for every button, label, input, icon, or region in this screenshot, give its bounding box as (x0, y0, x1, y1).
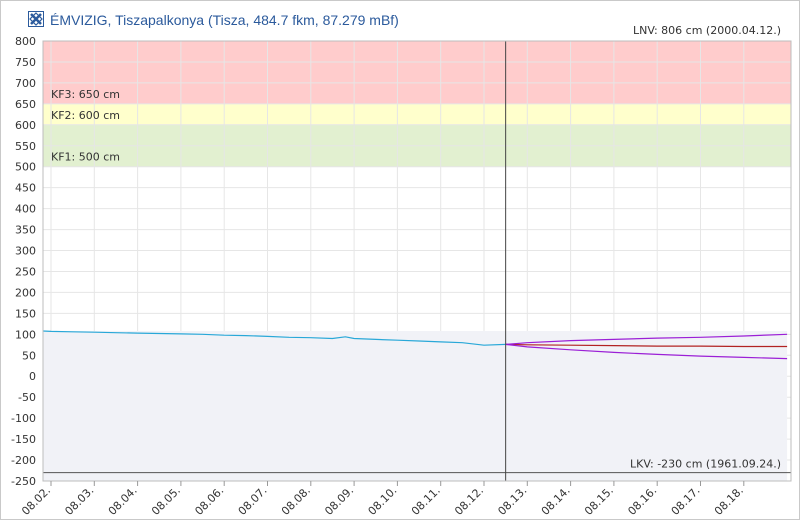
x-tick-label: 08.17. (669, 484, 703, 518)
lkv-label: LKV: -230 cm (1961.09.24.) (630, 458, 781, 471)
y-tick-label: 350 (15, 224, 36, 237)
x-tick-label: 08.03. (62, 484, 96, 518)
y-tick-label: 0 (29, 370, 36, 383)
x-tick-label: 08.05. (149, 484, 183, 518)
x-tick-label: 08.06. (192, 484, 226, 518)
x-tick-label: 08.13. (495, 484, 529, 518)
y-tick-label: 700 (15, 77, 36, 90)
y-tick-label: -250 (11, 475, 36, 488)
y-tick-label: 200 (15, 286, 36, 299)
band-0 (43, 41, 791, 104)
y-tick-label: -50 (18, 391, 36, 404)
x-tick-label: 08.11. (409, 484, 443, 518)
x-tick-label: 08.15. (582, 484, 616, 518)
y-tick-label: 50 (22, 349, 36, 362)
y-tick-label: -100 (11, 412, 36, 425)
x-tick-label: 08.08. (279, 484, 313, 518)
x-tick-label: 08.18. (712, 484, 746, 518)
y-tick-label: 550 (15, 140, 36, 153)
hydrograph-chart: 8007507006506005505004504003503002502001… (11, 24, 792, 518)
y-tick-label: 150 (15, 307, 36, 320)
x-tick-label: 08.16. (625, 484, 659, 518)
y-tick-label: -200 (11, 454, 36, 467)
x-tick-label: 08.12. (452, 484, 486, 518)
x-tick-label: 08.10. (366, 484, 400, 518)
y-tick-label: 650 (15, 98, 36, 111)
y-tick-label: 750 (15, 56, 36, 69)
y-tick-label: 500 (15, 161, 36, 174)
y-tick-label: 450 (15, 182, 36, 195)
x-tick-label: 08.07. (236, 484, 270, 518)
x-tick-label: 08.02. (19, 484, 53, 518)
lnv-label: LNV: 806 cm (2000.04.12.) (633, 24, 781, 37)
x-tick-label: 08.09. (322, 484, 356, 518)
x-tick-label: 08.04. (106, 484, 140, 518)
y-tick-label: 400 (15, 203, 36, 216)
x-axis: 08.02. 08.03. 08.04. 08.05. 08.06. 08.07. 08.0… (19, 481, 746, 518)
band-label-2: KF1: 500 cm (51, 151, 120, 164)
y-tick-label: 100 (15, 328, 36, 341)
y-tick-label: -150 (11, 433, 36, 446)
x-tick-label: 08.14. (539, 484, 573, 518)
band-label-1: KF2: 600 cm (51, 109, 120, 122)
chart-frame: ÉMVIZIG, Tiszapalkonya (Tisza, 484.7 fkm… (0, 0, 800, 520)
y-tick-label: 800 (15, 35, 36, 48)
y-tick-label: 600 (15, 119, 36, 132)
y-tick-label: 250 (15, 265, 36, 278)
band-1 (43, 103, 791, 125)
band-label-0: KF3: 650 cm (51, 88, 120, 101)
y-tick-label: 300 (15, 245, 36, 258)
